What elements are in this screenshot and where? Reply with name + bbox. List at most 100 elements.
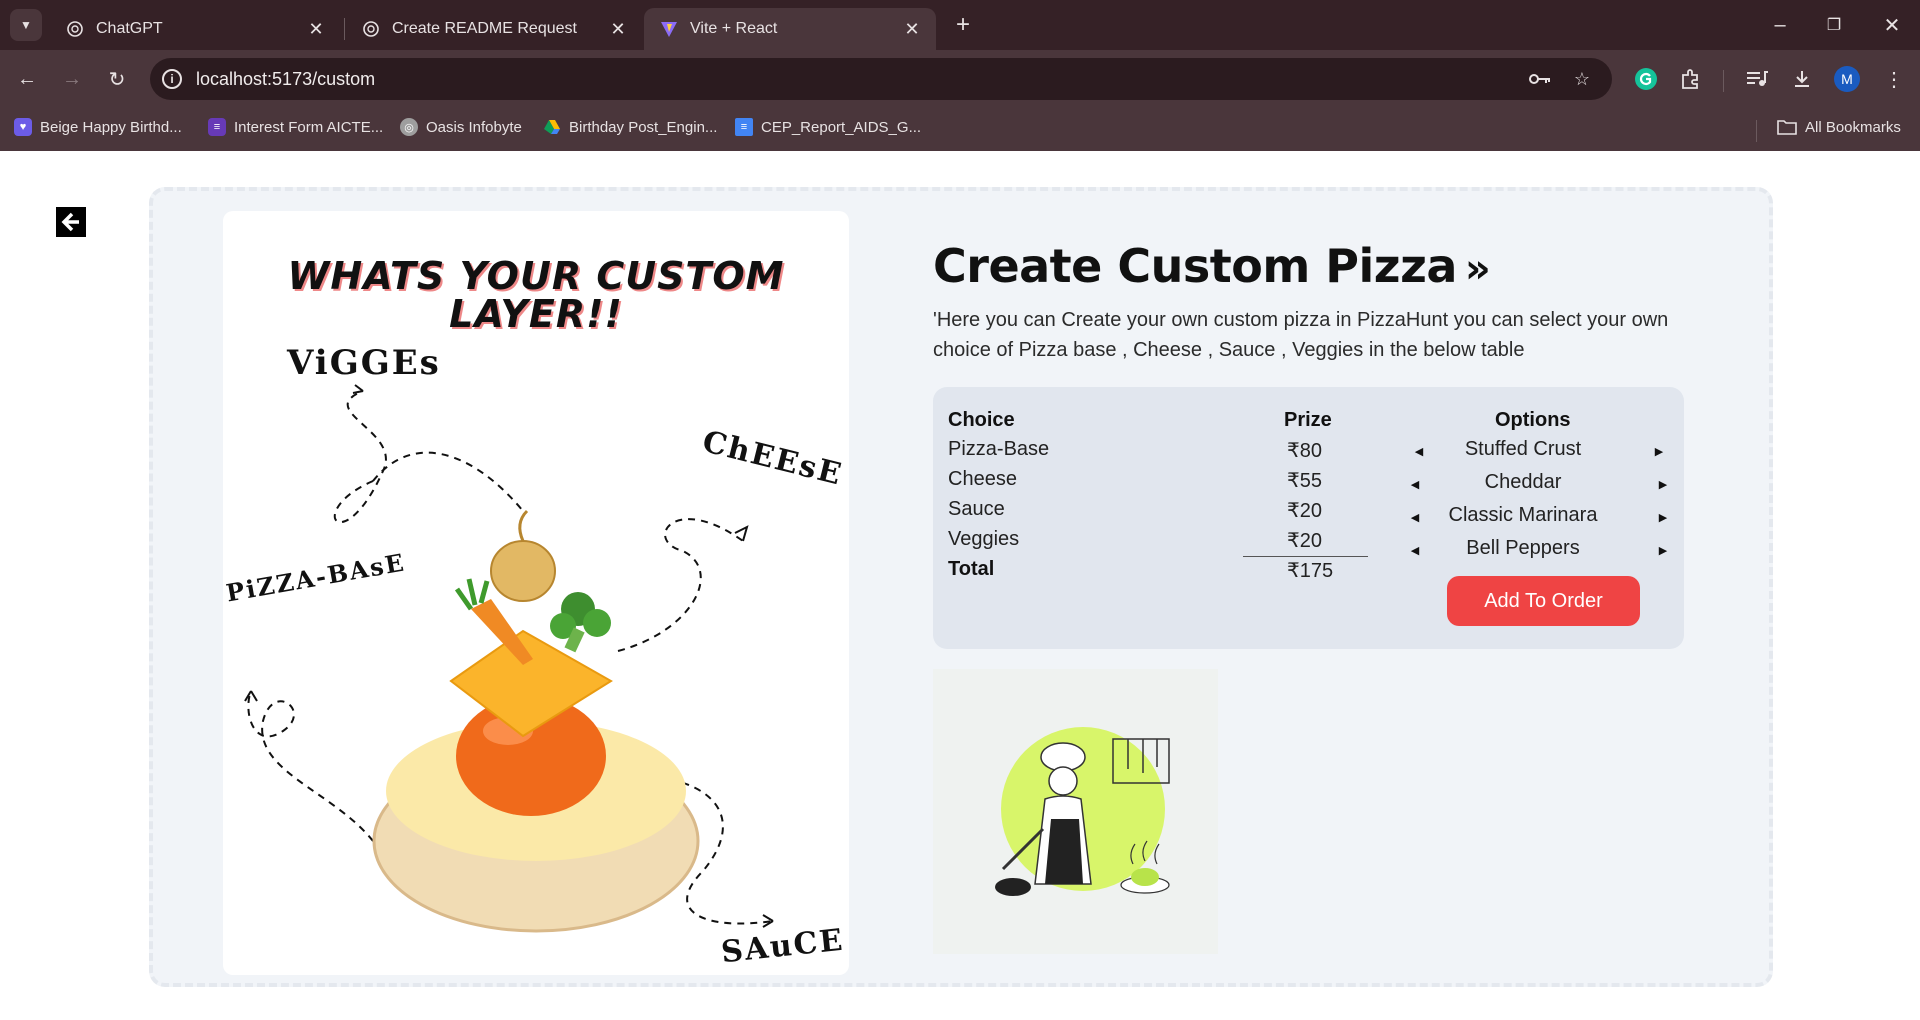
page-title-text: Create Custom Pizza <box>933 239 1457 293</box>
globe-icon: ◎ <box>400 118 418 136</box>
close-icon[interactable]: ✕ <box>306 19 326 39</box>
next-option-cheese-icon[interactable]: ▶ <box>1655 476 1671 492</box>
veggies-arrowhead <box>352 384 364 394</box>
label-veggies: ViGGEs <box>287 343 441 383</box>
pizza-options-table: Choice Prize Options Pizza-Base ₹80 ◀ St… <box>933 387 1684 649</box>
page-content: WHATS YOUR CUSTOM LAYER!! ViGGEs ChEEsE … <box>0 151 1920 1020</box>
bookmark-label: Interest Form AICTE... <box>234 118 384 136</box>
bookmark-oasis-infobyte[interactable]: ◎ Oasis Infobyte <box>400 118 522 136</box>
openai-icon <box>67 21 83 37</box>
next-option-veggies-icon[interactable]: ▶ <box>1655 542 1671 558</box>
option-sauce: Classic Marinara <box>1448 504 1598 526</box>
bookmarks-bar: ♥ Beige Happy Birthd... ≡ Interest Form … <box>0 108 1920 151</box>
prize-veggies: ₹20 <box>1287 530 1322 552</box>
total-label: Total <box>948 558 995 580</box>
header-choice: Choice <box>948 409 1015 431</box>
base-arrow <box>247 690 374 842</box>
broccoli-floret <box>583 609 611 637</box>
page-title: Create Custom Pizza» <box>933 239 1713 293</box>
bookmark-cep-report[interactable]: ≡ CEP_Report_AIDS_G... <box>735 118 921 136</box>
back-button[interactable] <box>56 207 86 237</box>
prize-sauce: ₹20 <box>1287 500 1322 522</box>
media-control-icon[interactable] <box>1743 65 1771 93</box>
custom-layer-poster: WHATS YOUR CUSTOM LAYER!! ViGGEs ChEEsE … <box>223 211 849 975</box>
double-chevron-right-icon: » <box>1464 246 1491 292</box>
bookmark-interest-form[interactable]: ≡ Interest Form AICTE... <box>208 118 383 136</box>
minimize-button[interactable]: – <box>1760 10 1800 40</box>
bookmark-star-icon[interactable]: ☆ <box>1570 67 1594 91</box>
bookmark-birthday-post[interactable]: Birthday Post_Engin... <box>543 118 717 136</box>
address-url[interactable]: localhost:5173/custom <box>196 69 375 90</box>
veggies-arrow <box>333 390 387 524</box>
total-value: ₹175 <box>1287 560 1334 582</box>
food <box>1131 868 1159 886</box>
next-option-sauce-icon[interactable]: ▶ <box>1655 509 1671 525</box>
back-arrow-icon[interactable]: ← <box>12 64 42 94</box>
bookmark-label: CEP_Report_AIDS_G... <box>761 118 922 136</box>
drive-icon <box>544 120 560 134</box>
onion-stem <box>518 509 529 542</box>
option-veggies: Bell Peppers <box>1466 537 1580 559</box>
frying-pan <box>995 878 1031 896</box>
header-prize: Prize <box>1284 409 1332 431</box>
all-bookmarks-button[interactable]: All Bookmarks <box>1777 118 1901 136</box>
password-key-icon[interactable] <box>1528 67 1552 91</box>
choice-veggies: Veggies <box>948 528 1020 550</box>
restore-button[interactable]: ❐ <box>1814 10 1854 40</box>
docs-icon: ≡ <box>735 118 753 136</box>
tab-create-readme[interactable]: Create README Request ✕ <box>346 8 642 50</box>
next-option-pizza-base-icon[interactable]: ▶ <box>1651 443 1667 459</box>
profile-avatar[interactable]: M <box>1834 66 1860 92</box>
close-icon[interactable]: ✕ <box>608 19 628 39</box>
vite-icon <box>661 22 677 37</box>
page-description: 'Here you can Create your own custom piz… <box>933 309 1669 361</box>
tab-search-button[interactable]: ▼ <box>10 9 42 41</box>
site-info-icon[interactable]: i <box>162 69 182 89</box>
onion-shape <box>490 540 556 602</box>
header-options: Options <box>1495 409 1571 431</box>
heart-icon: ♥ <box>14 118 32 136</box>
download-icon[interactable] <box>1788 65 1816 93</box>
add-to-order-button[interactable]: Add To Order <box>1447 576 1640 626</box>
more-menu-icon[interactable]: ⋮ <box>1880 65 1908 93</box>
chef-apron <box>1045 819 1083 884</box>
bookmark-label: Oasis Infobyte <box>426 118 522 136</box>
prize-pizza-base: ₹80 <box>1287 440 1322 462</box>
browser-toolbar: ← → ↻ i localhost:5173/custom ☆ M ⋮ <box>0 50 1920 108</box>
chef-head <box>1048 766 1078 796</box>
choice-sauce: Sauce <box>948 498 1005 520</box>
toolbar-divider <box>1723 70 1724 92</box>
pizza-layers-illustration <box>244 384 774 933</box>
custom-pizza-panel: WHATS YOUR CUSTOM LAYER!! ViGGEs ChEEsE … <box>149 187 1773 987</box>
address-bar[interactable]: i localhost:5173/custom ☆ <box>150 58 1612 100</box>
bookmarks-divider <box>1756 120 1757 142</box>
tab-title: Vite + React <box>690 20 778 37</box>
extensions-icon[interactable] <box>1677 65 1705 93</box>
choice-cheese: Cheese <box>948 468 1017 490</box>
grammarly-icon[interactable] <box>1632 65 1660 93</box>
choice-pizza-base: Pizza-Base <box>948 438 1050 460</box>
tab-title: Create README Request <box>392 20 577 37</box>
bookmark-label: Beige Happy Birthd... <box>40 118 182 136</box>
reload-icon[interactable]: ↻ <box>102 64 132 94</box>
tab-title: ChatGPT <box>96 20 163 37</box>
form-icon: ≡ <box>208 118 226 136</box>
bookmark-beige-happy-birthday[interactable]: ♥ Beige Happy Birthd... <box>14 118 182 136</box>
bookmark-label: Birthday Post_Engin... <box>569 118 718 136</box>
forward-arrow-icon[interactable]: → <box>57 64 87 94</box>
base-arrowhead <box>244 690 258 702</box>
openai-icon <box>363 21 379 37</box>
tab-chatgpt[interactable]: ChatGPT ✕ <box>50 8 340 50</box>
tab-vite-react[interactable]: Vite + React ✕ <box>644 8 936 50</box>
new-tab-button[interactable]: + <box>950 11 976 38</box>
browser-tab-bar: ▼ ChatGPT ✕ Create README Request ✕ Vite… <box>0 0 1920 50</box>
prize-cheese: ₹55 <box>1287 470 1322 492</box>
folder-icon <box>1777 120 1797 135</box>
close-icon[interactable]: ✕ <box>902 19 922 39</box>
cheese-arrow <box>617 518 744 652</box>
tab-divider <box>344 18 345 40</box>
all-bookmarks-label: All Bookmarks <box>1805 118 1901 136</box>
close-window-button[interactable]: ✕ <box>1872 10 1912 40</box>
custom-pizza-intro: Create Custom Pizza» 'Here you can Creat… <box>933 239 1713 365</box>
option-pizza-base: Stuffed Crust <box>1464 438 1582 460</box>
